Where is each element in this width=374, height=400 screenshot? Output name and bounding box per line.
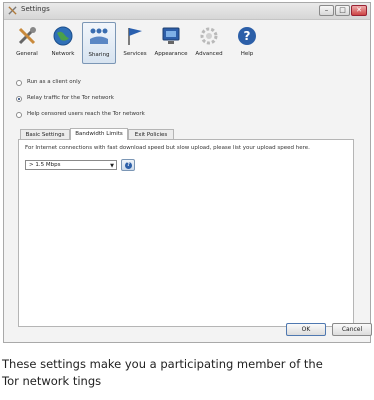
toolbar-label-help: Help bbox=[240, 51, 254, 57]
flag-icon bbox=[128, 28, 142, 45]
toolbar-item-services[interactable]: Services bbox=[118, 22, 152, 64]
radio-help-censored[interactable] bbox=[16, 112, 22, 118]
toolbar-item-network[interactable]: Network bbox=[46, 22, 80, 64]
bandwidth-help-button[interactable]: ? bbox=[121, 159, 135, 171]
sharing-icon bbox=[90, 28, 108, 44]
minimize-button[interactable]: – bbox=[319, 5, 334, 16]
option-label: Help censored users reach the Tor networ… bbox=[27, 111, 145, 117]
caption-line-2: Tor network tings bbox=[2, 374, 102, 388]
close-button[interactable]: ✕ bbox=[351, 5, 367, 16]
upload-speed-select[interactable]: > 1.5 Mbps ▼ bbox=[25, 160, 117, 170]
monitor-icon bbox=[162, 27, 180, 44]
toolbar-item-help[interactable]: ? Help bbox=[230, 22, 264, 64]
bandwidth-panel: For Internet connections with fast downl… bbox=[18, 139, 354, 327]
tab-bandwidth-limits[interactable]: Bandwidth Limits bbox=[70, 128, 128, 140]
maximize-button[interactable]: □ bbox=[335, 5, 350, 16]
settings-toolbar: General Network Sharing Services Appeara… bbox=[4, 20, 370, 66]
caption-line-1: These settings make you a participating … bbox=[2, 357, 323, 371]
sharing-panel: Run as a client only Relay traffic for t… bbox=[10, 73, 364, 328]
chevron-down-icon: ▼ bbox=[110, 163, 114, 169]
toolbar-item-appearance[interactable]: Appearance bbox=[154, 22, 188, 64]
svg-text:?: ? bbox=[244, 29, 251, 43]
bandwidth-description: For Internet connections with fast downl… bbox=[25, 145, 310, 151]
toolbar-item-sharing[interactable]: Sharing bbox=[82, 22, 116, 64]
globe-icon bbox=[53, 26, 73, 46]
upload-speed-value: > 1.5 Mbps bbox=[29, 162, 61, 168]
option-label: Relay traffic for the Tor network bbox=[27, 95, 114, 101]
radio-client-only[interactable] bbox=[16, 80, 22, 86]
help-icon: ? bbox=[238, 27, 256, 45]
cancel-button[interactable]: Cancel bbox=[332, 323, 372, 336]
image-caption: These settings make you a participating … bbox=[2, 356, 374, 390]
toolbar-item-general[interactable]: General bbox=[10, 22, 44, 64]
gear-icon bbox=[200, 27, 218, 45]
option-label: Run as a client only bbox=[27, 79, 81, 85]
help-icon: ? bbox=[125, 162, 132, 169]
tools-icon bbox=[18, 27, 36, 45]
settings-app-icon bbox=[8, 6, 17, 15]
settings-window: Settings – □ ✕ General Network Sharing S… bbox=[3, 2, 372, 343]
title-bar[interactable]: Settings – □ ✕ bbox=[4, 3, 370, 20]
radio-relay-traffic[interactable] bbox=[16, 96, 22, 102]
window-title: Settings bbox=[21, 5, 50, 13]
ok-button[interactable]: OK bbox=[286, 323, 326, 336]
toolbar-item-advanced[interactable]: Advanced bbox=[192, 22, 226, 64]
